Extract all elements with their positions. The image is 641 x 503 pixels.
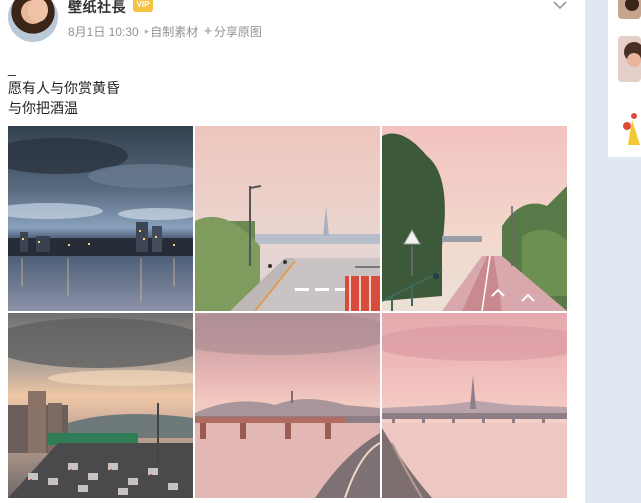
vip-badge-icon: VIP: [133, 0, 153, 12]
photo-image: [8, 126, 193, 311]
chevron-down-icon[interactable]: [553, 0, 567, 12]
triangle-right-icon: ▸: [144, 26, 150, 36]
photo-image: [382, 126, 567, 311]
sidebar-avatar[interactable]: [618, 36, 641, 82]
photo-bridge-river-pink-sky[interactable]: [195, 313, 380, 498]
photo-city-night-skyline[interactable]: [8, 126, 193, 311]
photo-trees-bike-path-sunset[interactable]: [382, 126, 567, 311]
photo-grid: [8, 126, 568, 503]
post-text-line: 与你把酒温: [8, 100, 78, 116]
weibo-post-card: 壁纸社長 VIP 8月1日 10:30 ▸ 自制素材 ✚ 分享原图 _ 愿有人与…: [0, 0, 585, 503]
avatar[interactable]: [8, 0, 58, 42]
avatar-image: [618, 36, 641, 82]
right-sidebar-panel: [608, 0, 641, 157]
username[interactable]: 壁纸社長: [68, 0, 126, 17]
avatar-image: [618, 0, 641, 19]
post-text-line: _: [8, 60, 16, 76]
photo-image: [195, 313, 380, 498]
photo-highway-traffic-dusk[interactable]: [8, 313, 193, 498]
avatar-face: [28, 0, 48, 22]
photo-riverside-bike-path-tower[interactable]: [195, 126, 380, 311]
sidebar-sticker[interactable]: [618, 100, 641, 146]
source-label[interactable]: 自制素材: [150, 23, 198, 40]
post-text: _ 愿有人与你赏黄昏 与你把酒温: [8, 58, 120, 118]
photo-river-tower-pink-sky[interactable]: [382, 313, 567, 498]
sidebar-avatar[interactable]: [618, 0, 641, 19]
plus-icon: ✚: [204, 26, 212, 36]
post-meta: 8月1日 10:30 ▸ 自制素材 ✚ 分享原图: [68, 23, 262, 40]
photo-image: [8, 313, 193, 498]
share-original-link[interactable]: 分享原图: [214, 23, 262, 40]
post-text-line: 愿有人与你赏黄昏: [8, 80, 120, 96]
sticker-image: [618, 100, 641, 146]
photo-image: [382, 313, 567, 498]
photo-image: [195, 126, 380, 311]
post-date[interactable]: 8月1日 10:30: [68, 23, 139, 40]
